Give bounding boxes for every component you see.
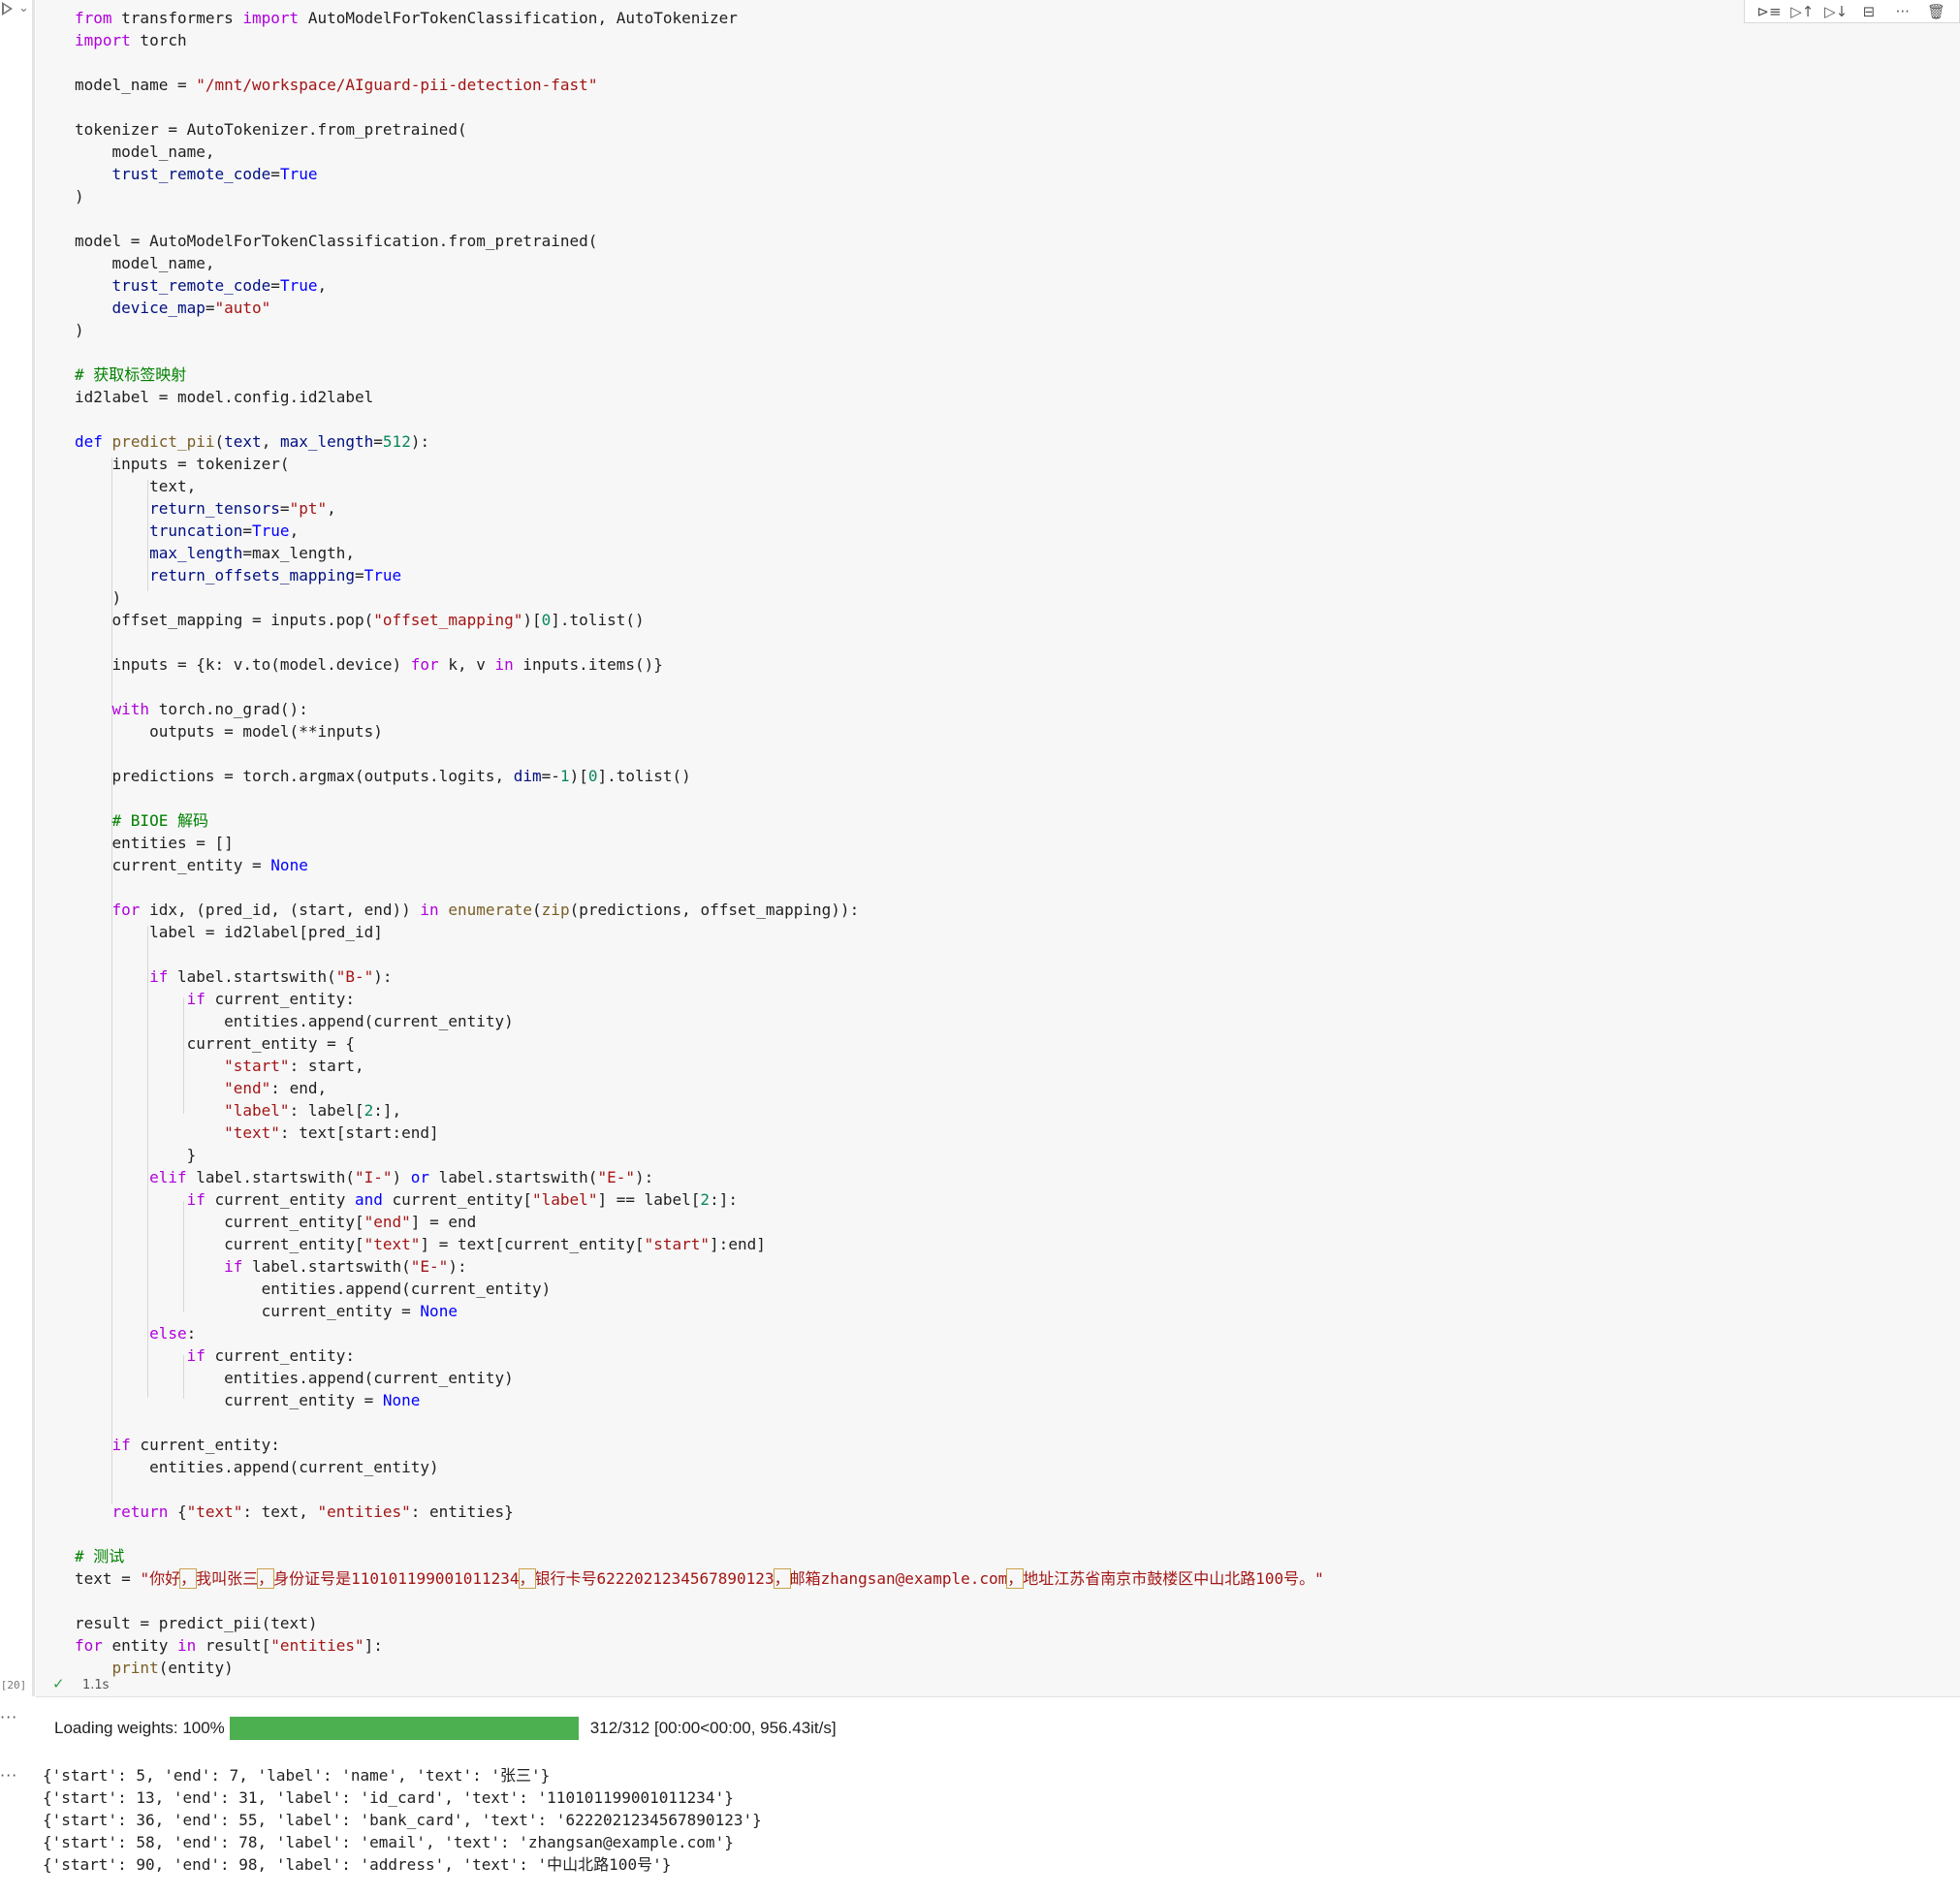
progress-status: 312/312 [00:00<00:00, 956.43it/s] — [589, 1719, 837, 1737]
delete-cell-icon[interactable]: 🗑 — [1926, 3, 1947, 20]
output-line: {'start': 58, 'end': 78, 'label': 'email… — [43, 1833, 734, 1851]
more-actions-icon[interactable]: ··· — [1892, 3, 1913, 20]
cell-toolbar: ⊳≡ ▷↑ ▷↓ ⊟ ··· 🗑 — [1744, 0, 1960, 23]
execution-duration: 1.1s — [82, 1678, 110, 1692]
output-line: {'start': 90, 'end': 98, 'label': 'addre… — [43, 1855, 672, 1874]
execute-below-icon[interactable]: ▷↓ — [1824, 3, 1848, 20]
progress-output: Loading weights: 100% 312/312 [00:00<00:… — [54, 1716, 837, 1741]
output-more-icon[interactable]: ··· — [0, 1708, 17, 1726]
split-cell-icon[interactable]: ⊟ — [1858, 3, 1880, 20]
execution-status: [20] ✓ 1.1s — [1, 1675, 1960, 1696]
output-more-icon[interactable]: ··· — [0, 1766, 17, 1785]
output-line: {'start': 5, 'end': 7, 'label': 'name', … — [43, 1766, 551, 1785]
code-cell[interactable]: ⊳≡ ▷↑ ▷↓ ⊟ ··· 🗑 from transformers impor… — [1, 0, 1960, 1697]
execution-count: [20] — [0, 1679, 27, 1691]
run-by-line-icon[interactable]: ⊳≡ — [1756, 3, 1781, 20]
progress-bar — [229, 1717, 579, 1740]
code-editor[interactable]: from transformers import AutoModelForTok… — [75, 7, 1324, 1679]
cell-focus-bar — [32, 0, 35, 1696]
execute-above-icon[interactable]: ▷↑ — [1790, 3, 1814, 20]
collapse-chevron-icon[interactable]: ⌄ — [18, 1, 29, 16]
output-line: {'start': 36, 'end': 55, 'label': 'bank_… — [43, 1811, 762, 1829]
print-output: {'start': 5, 'end': 7, 'label': 'name', … — [43, 1764, 762, 1876]
output-line: {'start': 13, 'end': 31, 'label': 'id_ca… — [43, 1788, 734, 1807]
progress-label: Loading weights: 100% — [54, 1719, 225, 1737]
run-cell-button[interactable]: ⌄ — [0, 0, 33, 29]
success-check-icon: ✓ — [52, 1675, 65, 1692]
run-cell-icon[interactable] — [2, 2, 13, 16]
